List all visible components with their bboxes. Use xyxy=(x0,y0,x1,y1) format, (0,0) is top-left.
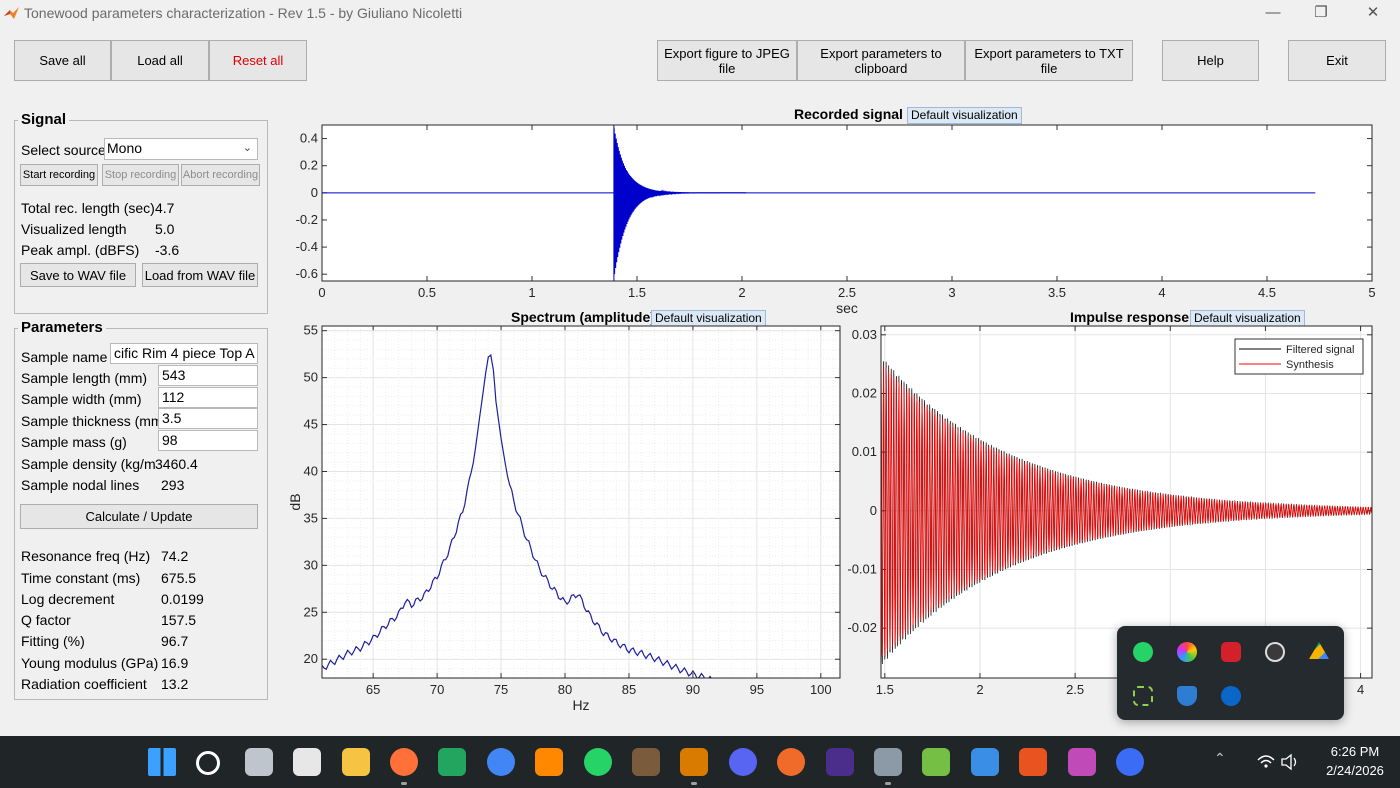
headset-icon[interactable] xyxy=(680,748,709,776)
x-tick-label: 70 xyxy=(430,682,444,697)
network-volume-icons[interactable] xyxy=(1256,752,1300,772)
x-tick-label: 1 xyxy=(528,285,535,300)
x-tick-label: 1.5 xyxy=(876,682,894,697)
y-tick-label: 0.01 xyxy=(852,444,877,459)
rew-icon[interactable] xyxy=(825,748,854,776)
defender-tray-icon[interactable] xyxy=(1177,686,1197,706)
sheets-icon[interactable] xyxy=(438,748,467,776)
x-tick-label: 0.5 xyxy=(418,285,436,300)
y-tick-label: -0.2 xyxy=(296,212,318,227)
y-tick-label: 35 xyxy=(304,510,318,525)
y-tick-label: 0 xyxy=(870,503,877,518)
y-tick-label: 30 xyxy=(304,557,318,572)
whatsapp-icon[interactable] xyxy=(583,748,612,776)
x-tick-label: 75 xyxy=(494,682,508,697)
y-tick-label: 40 xyxy=(304,463,318,478)
x-tick-label: 5 xyxy=(1368,285,1375,300)
y-tick-label: 20 xyxy=(304,651,318,666)
x-tick-label: 100 xyxy=(810,682,832,697)
matlab-icon[interactable] xyxy=(632,748,660,776)
windows-start-icon[interactable] xyxy=(148,748,176,776)
taskbar-time: 6:26 PM xyxy=(1330,744,1380,759)
x-axis-label: sec xyxy=(836,300,858,316)
x-tick-label: 65 xyxy=(366,682,380,697)
discord-icon[interactable] xyxy=(728,748,757,776)
y-tick-label: -0.4 xyxy=(296,239,318,254)
y-tick-label: -0.6 xyxy=(296,266,318,281)
x-tick-label: 2 xyxy=(738,285,745,300)
adobe-tray-icon[interactable] xyxy=(1221,642,1241,662)
running-indicator xyxy=(401,782,407,785)
legend-label: Synthesis xyxy=(1286,359,1334,371)
y-tick-label: 0.03 xyxy=(852,327,877,342)
y-tick-label: 55 xyxy=(304,323,318,338)
x-tick-label: 0 xyxy=(318,285,325,300)
y-tick-label: 25 xyxy=(304,604,318,619)
onedrive-icon[interactable] xyxy=(922,748,951,776)
color-picker-tray-icon[interactable] xyxy=(1177,642,1197,662)
audacity-icon[interactable] xyxy=(777,748,806,776)
file-explorer-icon[interactable] xyxy=(341,748,370,776)
notepad-icon[interactable] xyxy=(970,748,999,776)
tray-chevron-icon[interactable]: ⌃ xyxy=(1214,750,1226,767)
circle-app-icon[interactable] xyxy=(1116,748,1144,776)
x-tick-label: 4.5 xyxy=(1258,285,1276,300)
settings-icon[interactable] xyxy=(874,748,902,776)
creative-cloud-tray-icon[interactable] xyxy=(1265,642,1285,662)
firefox-icon[interactable] xyxy=(390,748,418,776)
y-tick-label: 0.2 xyxy=(300,158,318,173)
whatsapp-tray-icon[interactable] xyxy=(1133,642,1153,662)
y-tick-label: -0.02 xyxy=(847,620,877,635)
wallpaper-icon[interactable] xyxy=(1067,748,1096,776)
tray-overflow-popup xyxy=(1117,626,1344,720)
x-tick-label: 3 xyxy=(948,285,955,300)
plot-area-1 xyxy=(322,326,840,678)
google-drive-tray-icon[interactable] xyxy=(1309,642,1329,659)
plot-area-0 xyxy=(322,125,1372,281)
x-tick-label: 85 xyxy=(622,682,636,697)
bluetooth-tray-icon[interactable] xyxy=(1221,686,1241,706)
running-indicator xyxy=(885,782,891,785)
snipping-tray-icon[interactable] xyxy=(1133,686,1153,706)
x-tick-label: 80 xyxy=(558,682,572,697)
vlc-icon[interactable] xyxy=(535,748,564,776)
y-tick-label: 45 xyxy=(304,417,318,432)
y-tick-label: 0 xyxy=(311,185,318,200)
task-view-icon[interactable] xyxy=(244,748,273,776)
running-indicator xyxy=(691,782,698,785)
legend-label: Filtered signal xyxy=(1286,344,1354,356)
taskbar: ⌃ 6:26 PM 2/24/2026 xyxy=(0,736,1400,788)
x-tick-label: 4 xyxy=(1357,682,1364,697)
chrome-icon[interactable] xyxy=(486,748,515,776)
x-tick-label: 2 xyxy=(976,682,983,697)
x-tick-label: 4 xyxy=(1158,285,1165,300)
y-tick-label: 0.02 xyxy=(852,385,877,400)
x-tick-label: 95 xyxy=(750,682,764,697)
x-tick-label: 90 xyxy=(686,682,700,697)
y-axis-label: dB xyxy=(287,493,303,510)
search-icon[interactable] xyxy=(196,751,221,775)
y-tick-label: -0.01 xyxy=(847,561,877,576)
x-tick-label: 3.5 xyxy=(1048,285,1066,300)
y-tick-label: 0.4 xyxy=(300,131,318,146)
taskbar-date: 2/24/2026 xyxy=(1326,763,1384,778)
widgets-icon[interactable] xyxy=(293,748,322,776)
x-tick-label: 2.5 xyxy=(1066,682,1084,697)
fusion-icon[interactable] xyxy=(1019,748,1048,776)
x-axis-label: Hz xyxy=(572,697,589,713)
y-tick-label: 50 xyxy=(304,370,318,385)
x-tick-label: 2.5 xyxy=(838,285,856,300)
x-tick-label: 1.5 xyxy=(628,285,646,300)
